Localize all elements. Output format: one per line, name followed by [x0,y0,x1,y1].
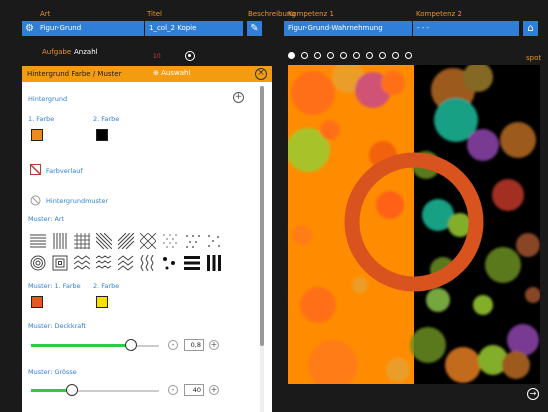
opacity-decrease-button[interactable]: - [168,340,178,350]
carousel-dot[interactable] [392,52,399,59]
edit-description-icon[interactable]: ✎ [247,21,262,36]
carousel-dot[interactable] [366,52,373,59]
settings-panel: Hintergrund Farbe / Muster ⊕ Auswahl × H… [22,66,272,412]
field-titel-value[interactable]: 1_col_2 Kopie [145,21,243,36]
pattern-thick-horizontal[interactable] [184,255,200,271]
size-increase-button[interactable]: + [209,385,219,395]
color2-label: 2. Farbe [93,115,120,123]
pattern-concentric-squares[interactable] [52,255,68,271]
carousel-dot[interactable] [314,52,321,59]
tab-anzahl[interactable]: Anzahl [74,48,98,56]
gradient-icon[interactable] [30,164,41,175]
pattern-zigzag-horizontal[interactable] [74,255,90,271]
color1-label: 1. Farbe [28,115,55,123]
pattern-diagonal-left[interactable] [96,233,112,249]
target-icon[interactable] [185,51,195,61]
color2-swatch[interactable] [96,129,108,141]
field-kompetenz-2-label: Kompetenz 2 [416,10,462,18]
home-icon[interactable]: ⌂ [523,21,538,36]
size-label: Muster: Grösse [28,368,77,376]
field-kompetenz-1-value[interactable]: Figur-Grund-Wahrnehmung [284,21,412,36]
field-kompetenz-2-value[interactable]: - - - [413,21,519,36]
top-bar: ⚙ Art Figur-Grund Titel 1_col_2 Kopie Be… [0,0,548,42]
opacity-slider-thumb[interactable] [125,339,137,351]
field-art-value[interactable]: Figur-Grund [36,21,144,36]
panel-header: Hintergrund Farbe / Muster ⊕ Auswahl × [22,66,272,82]
pattern-dots-medium[interactable] [184,233,200,249]
carousel-dot[interactable] [301,52,308,59]
count-badge: 10 [153,53,161,60]
pattern-thick-vertical[interactable] [206,255,222,271]
pattern-dots-small[interactable] [162,233,178,249]
close-icon[interactable]: × [255,68,267,80]
pattern-grid[interactable] [74,233,90,249]
pattern-concentric-circles[interactable] [30,255,46,271]
pattern-label: Hintergrundmuster [46,197,109,205]
tab-row: Aufgabe Anzahl 10 [22,48,272,64]
size-slider-thumb[interactable] [66,384,78,396]
carousel-dot[interactable] [288,52,295,59]
tab-aufgabe[interactable]: Aufgabe [42,48,71,56]
pattern-diagonal-right[interactable] [118,233,134,249]
carousel-dot[interactable] [327,52,334,59]
color1-swatch[interactable] [31,129,43,141]
pattern-color2-swatch[interactable] [96,296,108,308]
panel-scrollbar-thumb[interactable] [260,86,264,346]
pattern-color1-swatch[interactable] [31,296,43,308]
pattern-dots-sparse[interactable] [206,233,222,249]
pattern-crosshatch[interactable] [140,233,156,249]
pattern-color2-label: 2. Farbe [93,282,120,290]
field-kompetenz-1-label: Kompetenz 1 [288,10,334,18]
opacity-increase-button[interactable]: + [209,340,219,350]
pattern-toggle-icon[interactable] [30,195,41,206]
pattern-color1-label: Muster: 1. Farbe [28,282,81,290]
gear-icon[interactable]: ⚙ [22,21,37,36]
panel-title: Hintergrund Farbe / Muster [27,70,122,78]
gradient-label: Farbverlauf [46,167,83,175]
pattern-zigzag-wide[interactable] [118,255,134,271]
panel-select-button[interactable]: ⊕ Auswahl [153,69,190,77]
carousel-dot[interactable] [340,52,347,59]
preview-canvas [288,65,540,384]
opacity-slider-fill [31,344,131,347]
pattern-large-dots[interactable] [162,255,178,271]
carousel-dot[interactable] [405,52,412,59]
pattern-horizontal-lines[interactable] [30,233,46,249]
carousel-dot[interactable] [379,52,386,59]
add-icon[interactable]: + [233,92,244,103]
size-value[interactable]: 40 [184,384,204,396]
pattern-type-label: Muster: Art [28,215,65,223]
section-hintergrund: Hintergrund [28,95,68,103]
opacity-value[interactable]: 0,8 [184,339,204,351]
pattern-vertical-lines[interactable] [52,233,68,249]
next-arrow-icon[interactable]: → [527,388,539,400]
field-titel-label: Titel [147,10,163,18]
pattern-zigzag-vertical[interactable] [140,255,156,271]
spot-label[interactable]: spot [526,54,541,62]
panel-select-label: Auswahl [161,69,191,77]
panel-scrollbar[interactable] [260,86,264,412]
size-slider-fill [31,389,71,392]
size-decrease-button[interactable]: - [168,385,178,395]
pattern-zigzag-tight[interactable] [96,255,112,271]
carousel-dot[interactable] [353,52,360,59]
opacity-label: Muster: Deckkraft [28,322,86,330]
field-art-label: Art [40,10,51,18]
